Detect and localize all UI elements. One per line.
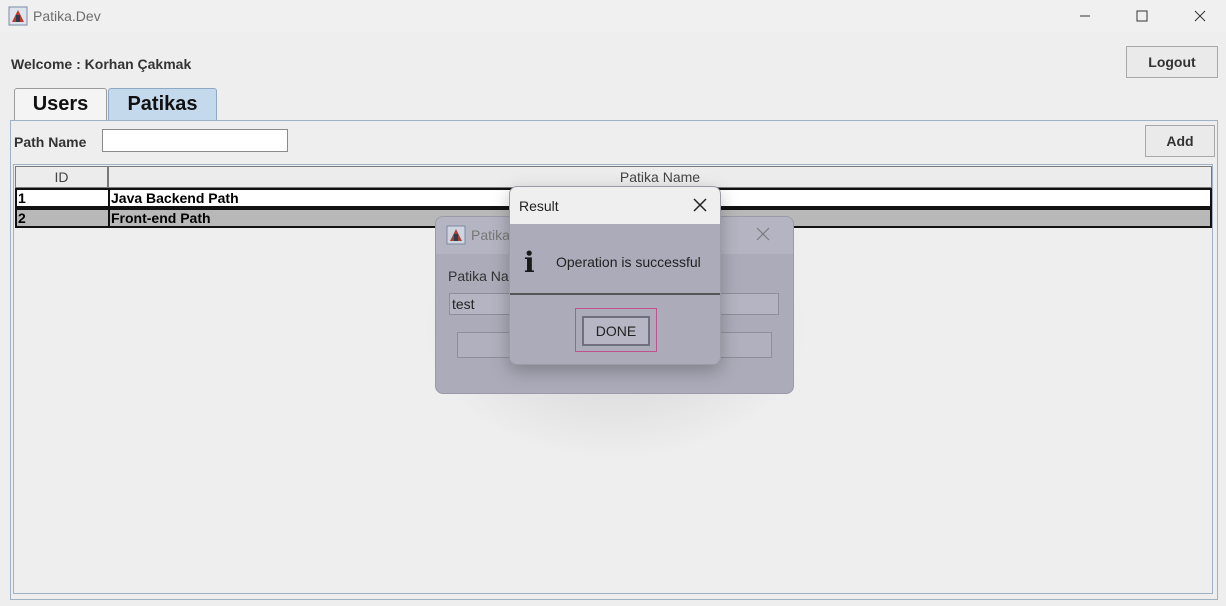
- dialog-title: Patika: [471, 227, 510, 243]
- maximize-icon: [1136, 10, 1148, 22]
- path-name-input[interactable]: [102, 129, 288, 152]
- result-message: Operation is successful: [556, 254, 701, 270]
- cell-patika-name: Front-end Path: [111, 210, 211, 226]
- cell-divider: [108, 210, 110, 226]
- tab-users[interactable]: Users: [14, 88, 107, 120]
- path-name-label: Path Name: [14, 134, 87, 150]
- close-button[interactable]: [1171, 0, 1226, 32]
- logout-button[interactable]: Logout: [1126, 46, 1218, 78]
- cell-divider: [108, 190, 110, 206]
- column-header-patika-name[interactable]: Patika Name: [108, 166, 1212, 188]
- welcome-label: Welcome : Korhan Çakmak: [11, 56, 192, 72]
- tab-patikas[interactable]: Patikas: [108, 88, 217, 120]
- dialog-separator: [510, 293, 720, 295]
- close-icon[interactable]: [692, 197, 708, 213]
- patika-name-label: Patika Na: [448, 268, 509, 284]
- result-dialog: Result i Operation is successful DONE: [509, 186, 721, 365]
- close-icon: [1194, 10, 1206, 22]
- java-app-icon: [446, 225, 466, 245]
- done-button[interactable]: DONE: [582, 316, 650, 346]
- minimize-icon: [1080, 15, 1090, 17]
- add-button[interactable]: Add: [1145, 125, 1215, 157]
- title-bar: Patika.Dev: [0, 0, 1226, 32]
- cell-id: 1: [18, 190, 26, 206]
- minimize-button[interactable]: [1056, 0, 1114, 32]
- cell-id: 2: [18, 210, 26, 226]
- column-header-id[interactable]: ID: [15, 166, 108, 188]
- cell-patika-name: Java Backend Path: [111, 190, 239, 206]
- dialog-title: Result: [519, 198, 559, 214]
- info-icon: i: [524, 246, 535, 279]
- maximize-button[interactable]: [1113, 0, 1171, 32]
- window-title: Patika.Dev: [33, 8, 101, 24]
- close-icon[interactable]: [756, 227, 770, 241]
- java-app-icon: [8, 6, 28, 26]
